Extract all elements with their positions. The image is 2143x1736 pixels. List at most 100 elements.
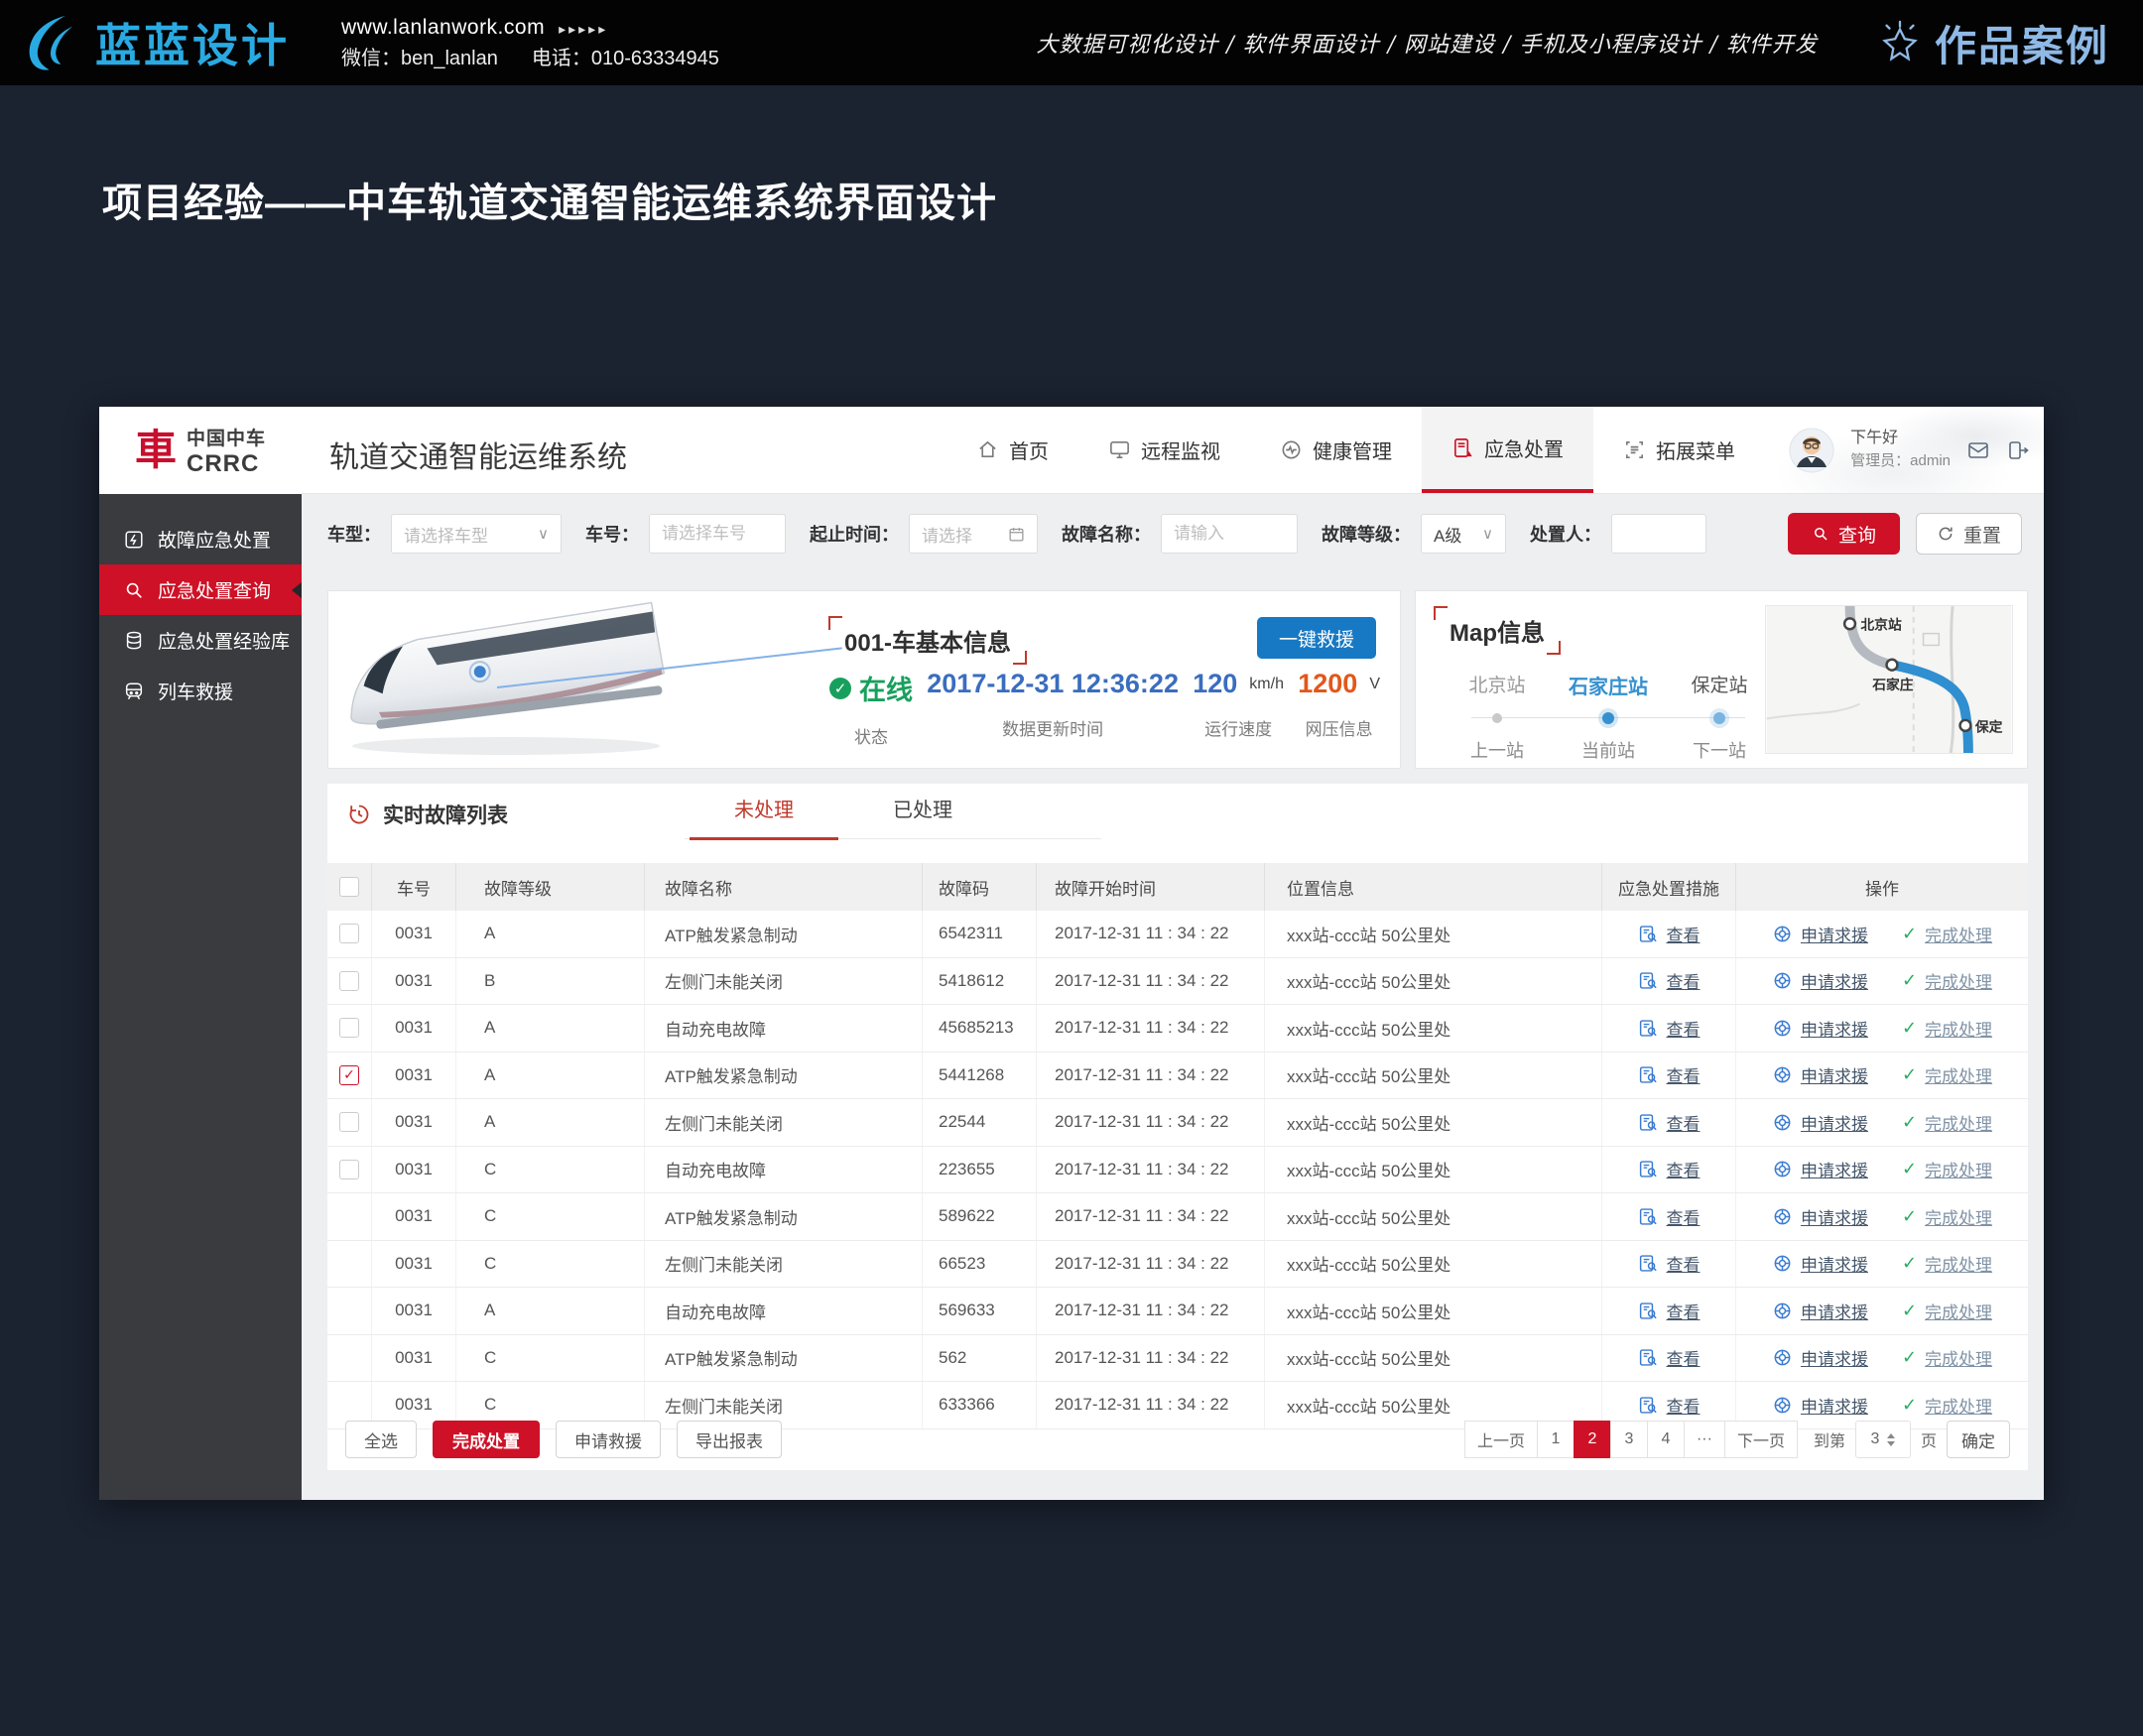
request-rescue-link[interactable]: 申请求援 bbox=[1772, 1062, 1868, 1087]
prev-page-button[interactable]: 上一页 bbox=[1464, 1421, 1538, 1458]
request-rescue-link[interactable]: 申请求援 bbox=[1772, 1251, 1868, 1276]
lifebuoy-icon bbox=[1772, 970, 1793, 991]
handler-input[interactable] bbox=[1624, 524, 1694, 544]
complete-handling-link[interactable]: ✓ 完成处理 bbox=[1902, 1204, 1992, 1229]
sidebar-item-train-rescue[interactable]: 列车救援 bbox=[99, 666, 302, 716]
page-ellipsis[interactable]: ··· bbox=[1684, 1421, 1725, 1458]
view-link[interactable]: 查看 bbox=[1638, 1062, 1701, 1087]
rescue-label: 申请求援 bbox=[1801, 1110, 1868, 1135]
stat-voltage: 1200V 网压信息 bbox=[1298, 669, 1380, 748]
next-page-button[interactable]: 下一页 bbox=[1724, 1421, 1798, 1458]
row-checkbox[interactable] bbox=[339, 924, 359, 943]
logout-icon[interactable] bbox=[2006, 438, 2030, 462]
view-link[interactable]: 查看 bbox=[1638, 1393, 1701, 1418]
cell-fault-name: 左侧门未能关闭 bbox=[645, 958, 923, 1005]
query-button[interactable]: 查询 bbox=[1788, 513, 1900, 555]
fault-name-input[interactable] bbox=[1174, 524, 1285, 544]
nav-label: 首页 bbox=[1009, 435, 1049, 464]
complete-handling-link[interactable]: ✓ 完成处理 bbox=[1902, 1345, 1992, 1370]
export-report-button[interactable]: 导出报表 bbox=[677, 1421, 782, 1458]
view-link[interactable]: 查看 bbox=[1638, 922, 1701, 946]
fault-level-select[interactable]: A级 ∨ bbox=[1421, 514, 1506, 554]
view-link[interactable]: 查看 bbox=[1638, 1345, 1701, 1370]
car-no-input[interactable] bbox=[662, 524, 773, 544]
sidebar-item-emergency-query[interactable]: 应急处置查询 bbox=[99, 564, 302, 615]
request-rescue-link[interactable]: 申请求援 bbox=[1772, 1345, 1868, 1370]
complete-handling-link[interactable]: ✓ 完成处理 bbox=[1902, 968, 1992, 993]
page-button-1[interactable]: 1 bbox=[1537, 1421, 1575, 1458]
request-rescue-link[interactable]: 申请求援 bbox=[1772, 1157, 1868, 1181]
table-row: 0031 C 自动充电故障 223655 2017-12-31 11 : 34 … bbox=[327, 1147, 2028, 1194]
handler-label: 处置人： bbox=[1530, 521, 1601, 547]
row-checkbox[interactable] bbox=[339, 971, 359, 991]
current-station-label: 当前站 bbox=[1553, 737, 1664, 763]
complete-handling-link[interactable]: ✓ 完成处理 bbox=[1902, 1110, 1992, 1135]
view-link[interactable]: 查看 bbox=[1638, 1204, 1701, 1229]
complete-handling-link[interactable]: ✓ 完成处理 bbox=[1902, 1251, 1992, 1276]
one-key-rescue-button[interactable]: 一键救援 bbox=[1257, 617, 1376, 659]
complete-handling-link[interactable]: ✓ 完成处理 bbox=[1902, 1299, 1992, 1323]
view-link[interactable]: 查看 bbox=[1638, 1299, 1701, 1323]
tab-processed[interactable]: 已处理 bbox=[843, 794, 1002, 838]
page-button-2-active[interactable]: 2 bbox=[1574, 1421, 1611, 1458]
nav-remote-monitor[interactable]: 远程监视 bbox=[1078, 407, 1250, 493]
check-icon: ✓ bbox=[1902, 1206, 1917, 1227]
time-range-picker[interactable]: 请选择 bbox=[909, 514, 1038, 554]
monitor-icon bbox=[1108, 438, 1131, 461]
route-map[interactable]: 北京站 石家庄 保定 bbox=[1765, 605, 2013, 754]
row-checkbox[interactable] bbox=[339, 1018, 359, 1038]
row-checkbox[interactable] bbox=[339, 1112, 359, 1132]
query-label: 查询 bbox=[1838, 521, 1876, 548]
view-link[interactable]: 查看 bbox=[1638, 1251, 1701, 1276]
complete-handling-button[interactable]: 完成处置 bbox=[433, 1421, 540, 1458]
sidebar-item-fault-emergency[interactable]: 故障应急处置 bbox=[99, 514, 302, 564]
lanlan-logo-text: 蓝蓝设计 bbox=[95, 10, 290, 75]
page-button-4[interactable]: 4 bbox=[1647, 1421, 1685, 1458]
reset-button[interactable]: 重置 bbox=[1916, 513, 2022, 555]
search-icon bbox=[1812, 525, 1829, 543]
sidebar-item-label: 应急处置经验库 bbox=[158, 627, 290, 654]
complete-label: 完成处理 bbox=[1925, 1299, 1992, 1323]
car-type-select[interactable]: 请选择车型 ∨ bbox=[391, 514, 562, 554]
avatar[interactable] bbox=[1789, 428, 1834, 473]
request-rescue-button[interactable]: 申请救援 bbox=[556, 1421, 661, 1458]
view-link[interactable]: 查看 bbox=[1638, 1016, 1701, 1041]
select-all-button[interactable]: 全选 bbox=[345, 1421, 417, 1458]
sidebar-item-experience-base[interactable]: 应急处置经验库 bbox=[99, 615, 302, 666]
nav-home[interactable]: 首页 bbox=[946, 407, 1078, 493]
complete-handling-link[interactable]: ✓ 完成处理 bbox=[1902, 1062, 1992, 1087]
status-value: 在线 bbox=[859, 669, 913, 707]
request-rescue-link[interactable]: 申请求援 bbox=[1772, 1204, 1868, 1229]
nav-health-management[interactable]: 健康管理 bbox=[1250, 407, 1422, 493]
complete-handling-link[interactable]: ✓ 完成处理 bbox=[1902, 1393, 1992, 1418]
goto-page-stepper[interactable]: 3 bbox=[1855, 1421, 1911, 1458]
tab-unprocessed[interactable]: 未处理 bbox=[685, 794, 843, 838]
row-checkbox[interactable] bbox=[339, 1160, 359, 1179]
mail-icon[interactable] bbox=[1966, 438, 1990, 462]
user-greeting: 下午好 管理员：admin bbox=[1850, 427, 1951, 473]
select-all-checkbox[interactable] bbox=[339, 877, 359, 897]
view-link[interactable]: 查看 bbox=[1638, 1110, 1701, 1135]
realtime-refresh-icon[interactable] bbox=[347, 803, 371, 826]
complete-handling-link[interactable]: ✓ 完成处理 bbox=[1902, 922, 1992, 946]
request-rescue-link[interactable]: 申请求援 bbox=[1772, 922, 1868, 946]
request-rescue-link[interactable]: 申请求援 bbox=[1772, 968, 1868, 993]
sidebar: 車 中国中车 CRRC 故障应急处置 应急处置查询 bbox=[99, 407, 302, 1500]
request-rescue-link[interactable]: 申请求援 bbox=[1772, 1016, 1868, 1041]
fault-name-field bbox=[1161, 514, 1298, 554]
table-row: 0031 A 自动充电故障 569633 2017-12-31 11 : 34 … bbox=[327, 1288, 2028, 1335]
request-rescue-link[interactable]: 申请求援 bbox=[1772, 1299, 1868, 1323]
request-rescue-link[interactable]: 申请求援 bbox=[1772, 1110, 1868, 1135]
view-link[interactable]: 查看 bbox=[1638, 1157, 1701, 1181]
page-button-3[interactable]: 3 bbox=[1610, 1421, 1648, 1458]
nav-emergency-handling[interactable]: 应急处置 bbox=[1422, 407, 1593, 493]
request-rescue-link[interactable]: 申请求援 bbox=[1772, 1393, 1868, 1418]
current-station-dot bbox=[1602, 712, 1614, 724]
row-checkbox[interactable] bbox=[339, 1065, 359, 1085]
nav-expand-menu[interactable]: 拓展菜单 bbox=[1593, 407, 1765, 493]
cell-car-no: 0031 bbox=[372, 958, 456, 1005]
complete-handling-link[interactable]: ✓ 完成处理 bbox=[1902, 1016, 1992, 1041]
view-link[interactable]: 查看 bbox=[1638, 968, 1701, 993]
goto-confirm-button[interactable]: 确定 bbox=[1947, 1421, 2010, 1458]
complete-handling-link[interactable]: ✓ 完成处理 bbox=[1902, 1157, 1992, 1181]
